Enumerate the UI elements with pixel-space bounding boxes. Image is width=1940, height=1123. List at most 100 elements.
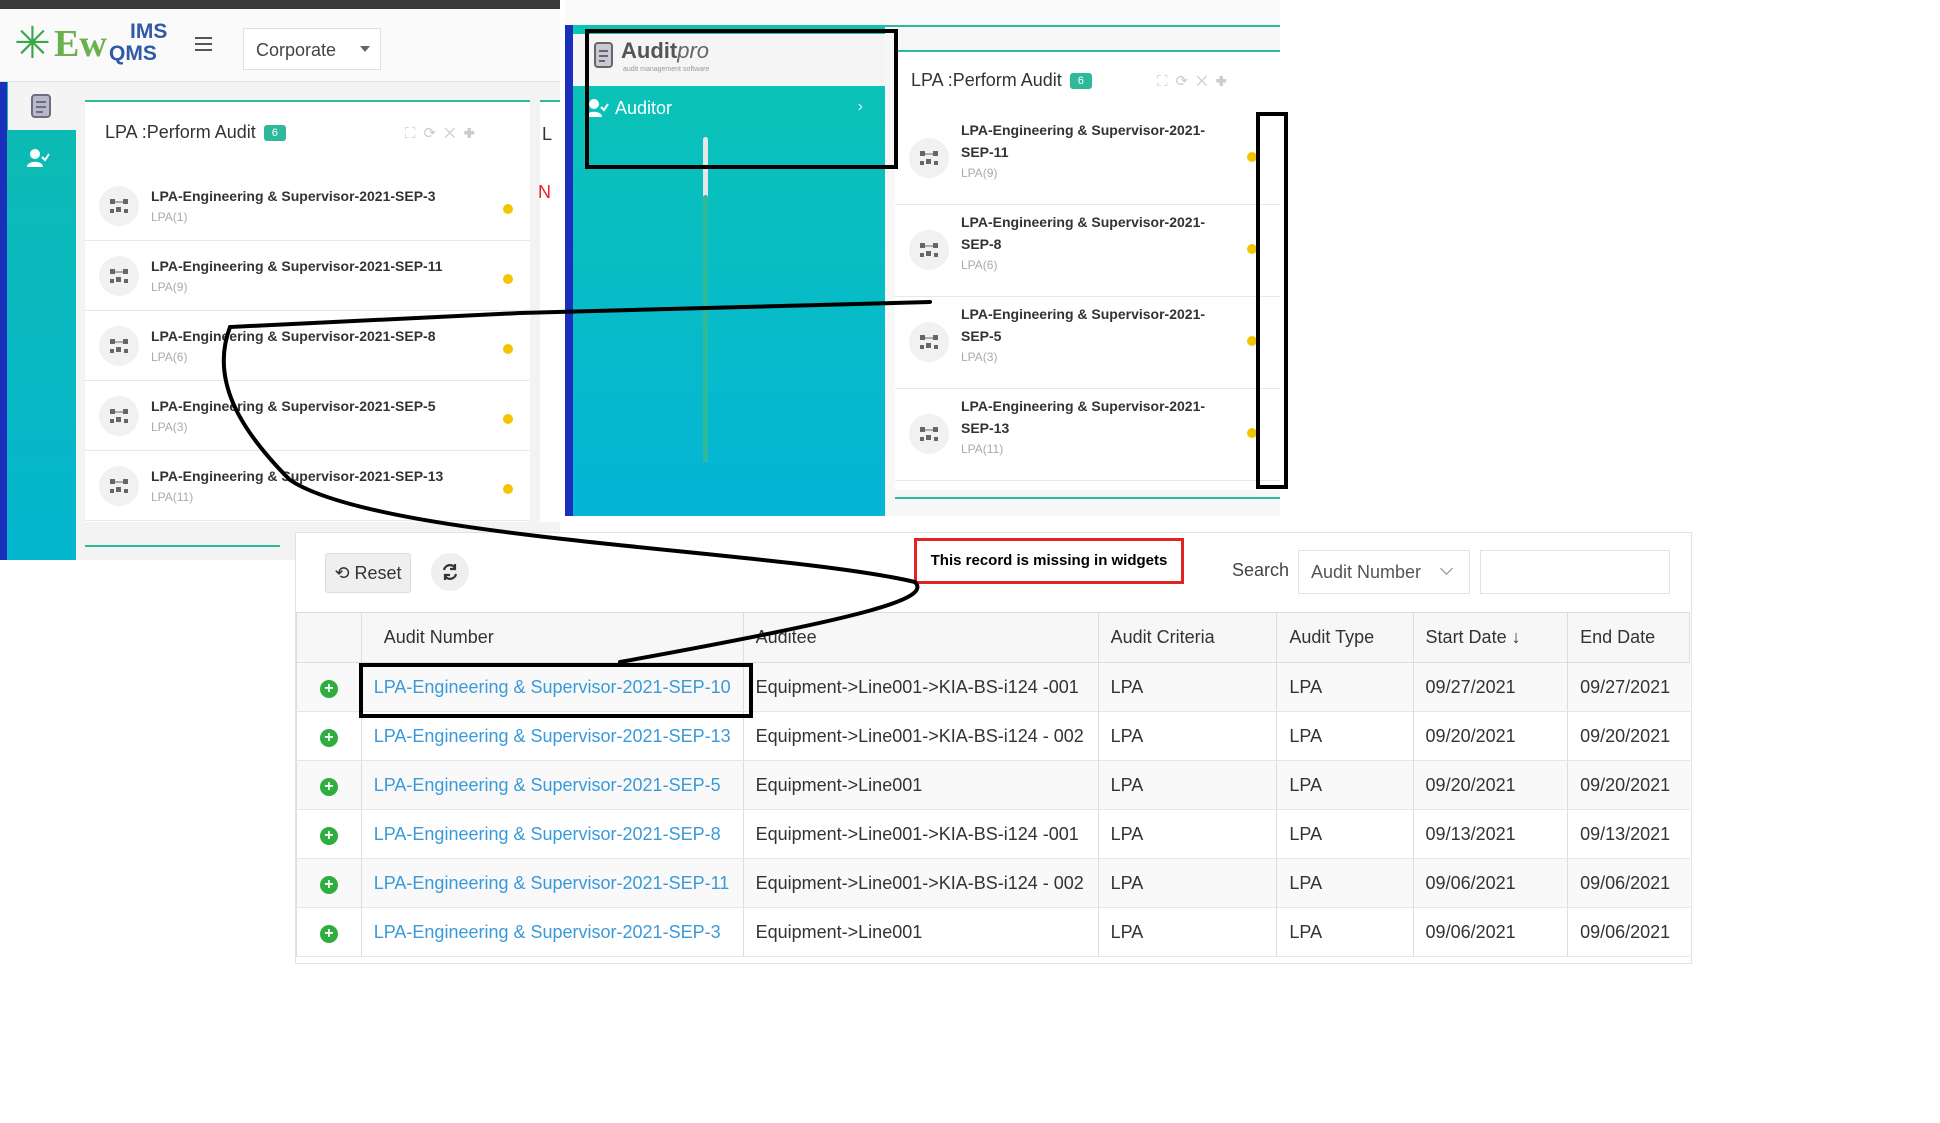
widget-tools[interactable]: ⛶⟳✕✚	[405, 124, 483, 142]
audit-number-link[interactable]: LPA-Engineering & Supervisor-2021-SEP-8	[360, 809, 744, 859]
ewims-logo[interactable]: ✳ Ew IMS QMS	[14, 20, 168, 66]
expand-plus-icon[interactable]: +	[319, 777, 338, 796]
audit-name-line2: SEP-5	[961, 328, 1002, 344]
start-date-cell: 09/13/2021	[1412, 809, 1568, 859]
table-row[interactable]: + LPA-Engineering & Supervisor-2021-SEP-1…	[296, 858, 1690, 908]
expand-plus-icon[interactable]: +	[319, 924, 338, 943]
audit-sub: LPA(9)	[151, 280, 188, 294]
table-row[interactable]: + LPA-Engineering & Supervisor-2021-SEP-5…	[296, 760, 1690, 810]
table-header-row: Audit Number Auditee Audit Criteria Audi…	[296, 612, 1690, 663]
expand-plus-icon[interactable]: +	[319, 875, 338, 894]
start-date-cell: 09/27/2021	[1412, 662, 1568, 712]
column-header-expand	[296, 612, 362, 663]
divider	[895, 497, 1280, 499]
widget-list-item[interactable]: LPA-Engineering & Supervisor-2021-SEP-5 L…	[85, 382, 530, 451]
criteria-cell: LPA	[1097, 809, 1277, 859]
criteria-cell: LPA	[1097, 907, 1277, 957]
reset-label: Reset	[354, 563, 402, 583]
column-header-start-date[interactable]: Start Date ↓	[1412, 612, 1569, 663]
divider	[85, 545, 280, 547]
reset-button[interactable]: ⟲ Reset	[325, 553, 411, 593]
expand-plus-icon[interactable]: +	[319, 728, 338, 747]
table-row[interactable]: + LPA-Engineering & Supervisor-2021-SEP-3…	[296, 907, 1690, 957]
type-cell: LPA	[1276, 760, 1414, 810]
table-row[interactable]: + LPA-Engineering & Supervisor-2021-SEP-8…	[296, 809, 1690, 859]
perform-audit-widget: LPA :Perform Audit 6 ⛶⟳✕✚ LPA-Engineering…	[895, 50, 1280, 490]
audit-number-link[interactable]: LPA-Engineering & Supervisor-2021-SEP-13	[360, 711, 744, 761]
widget-list-item[interactable]: LPA-Engineering & Supervisor-2021-SEP-13…	[895, 390, 1280, 481]
scrollbar-thumb[interactable]	[703, 195, 708, 462]
end-date-cell: 09/20/2021	[1567, 760, 1690, 810]
audit-name-line2: SEP-11	[961, 144, 1009, 160]
audit-name-line2: SEP-8	[961, 236, 1002, 252]
widget-header: LPA :Perform Audit 6	[911, 70, 1092, 91]
widget-count-badge: 6	[263, 125, 286, 141]
expand-cell[interactable]: +	[296, 907, 362, 957]
audit-sub: LPA(3)	[961, 350, 998, 364]
widget-header: LPA :Perform Audit 6	[105, 122, 286, 143]
expand-cell[interactable]: +	[296, 711, 362, 761]
audit-sub: LPA(11)	[961, 442, 1004, 456]
type-cell: LPA	[1276, 711, 1414, 761]
audit-sub: LPA(1)	[151, 210, 188, 224]
expand-plus-icon[interactable]: +	[319, 826, 338, 845]
sidebar-auditor-icon[interactable]	[26, 148, 50, 173]
widget-count-badge: 6	[1069, 73, 1092, 89]
criteria-cell: LPA	[1097, 858, 1277, 908]
expand-cell[interactable]: +	[296, 809, 362, 859]
hierarchy-icon	[99, 466, 139, 506]
column-header[interactable]: End Date	[1567, 612, 1690, 663]
ewims-screenshot: ✳ Ew IMS QMS Corporate LPA :Perform Audi…	[0, 0, 560, 560]
audit-name: LPA-Engineering & Supervisor-2021-SEP-13	[151, 468, 444, 484]
column-header[interactable]: Audit Type	[1276, 612, 1414, 663]
hamburger-menu-icon[interactable]	[195, 37, 212, 51]
widget-list-item[interactable]: LPA-Engineering & Supervisor-2021-SEP-11…	[85, 242, 530, 311]
criteria-cell: LPA	[1097, 711, 1277, 761]
hierarchy-icon	[99, 256, 139, 296]
audit-sub: LPA(3)	[151, 420, 188, 434]
widget-list-item[interactable]: LPA-Engineering & Supervisor-2021-SEP-8L…	[895, 206, 1280, 297]
audit-number-link[interactable]: LPA-Engineering & Supervisor-2021-SEP-5	[360, 760, 744, 810]
logo-main: Ew	[54, 23, 107, 65]
expand-plus-icon[interactable]: +	[319, 679, 338, 698]
perform-audit-widget: LPA :Perform Audit 6 ⛶⟳✕✚ LPA-Engineering…	[85, 100, 530, 522]
type-cell: LPA	[1276, 858, 1414, 908]
column-header[interactable]: Audit Criteria	[1097, 612, 1278, 663]
expand-cell[interactable]: +	[296, 662, 362, 712]
widget-list-item[interactable]: LPA-Engineering & Supervisor-2021-SEP-5L…	[895, 298, 1280, 389]
audit-name-line1: LPA-Engineering & Supervisor-2021-	[961, 214, 1206, 230]
audit-number-link[interactable]: LPA-Engineering & Supervisor-2021-SEP-3	[360, 907, 744, 957]
hierarchy-icon	[99, 326, 139, 366]
status-dot	[503, 484, 513, 494]
audit-number-link[interactable]: LPA-Engineering & Supervisor-2021-SEP-11	[360, 858, 744, 908]
widget-title: LPA :Perform Audit	[105, 122, 256, 142]
widget-list-item[interactable]: LPA-Engineering & Supervisor-2021-SEP-8L…	[85, 312, 530, 381]
widget-list-item[interactable]: LPA-Engineering & Supervisor-2021-SEP-11…	[895, 114, 1280, 205]
search-field-select[interactable]: Audit Number	[1298, 550, 1470, 594]
auditee-cell: Equipment->Line001->KIA-BS-i124 - 002	[742, 858, 1099, 908]
search-input[interactable]	[1480, 550, 1670, 594]
reset-icon: ⟲	[334, 563, 355, 583]
annotation-box-logo	[585, 29, 898, 169]
second-widget-red-fragment: N	[538, 182, 551, 202]
search-label: Search	[1232, 560, 1290, 580]
column-header[interactable]: Audit Number	[360, 612, 744, 663]
refresh-button[interactable]	[431, 553, 469, 591]
widget-list-item[interactable]: LPA-Engineering & Supervisor-2021-SEP-13…	[85, 452, 530, 521]
column-header[interactable]: Auditee	[742, 612, 1099, 663]
expand-cell[interactable]: +	[296, 760, 362, 810]
table-row[interactable]: + LPA-Engineering & Supervisor-2021-SEP-1…	[296, 711, 1690, 761]
annotation-box-scrollbar	[1256, 112, 1288, 489]
expand-cell[interactable]: +	[296, 858, 362, 908]
logo-ims: IMS	[130, 20, 168, 43]
audit-name-line2: SEP-13	[961, 420, 1010, 436]
end-date-cell: 09/13/2021	[1567, 809, 1690, 859]
sidebar-audit-icon[interactable]	[8, 82, 76, 130]
organization-select[interactable]: Corporate	[243, 28, 381, 70]
audit-name: LPA-Engineering & Supervisor-2021-SEP-5	[151, 398, 436, 414]
widget-tools[interactable]: ⛶⟳✕✚	[1157, 72, 1235, 90]
widget-list-item[interactable]: LPA-Engineering & Supervisor-2021-SEP-3 L…	[85, 172, 530, 241]
type-cell: LPA	[1276, 662, 1414, 712]
hierarchy-icon	[99, 186, 139, 226]
hierarchy-icon	[99, 396, 139, 436]
